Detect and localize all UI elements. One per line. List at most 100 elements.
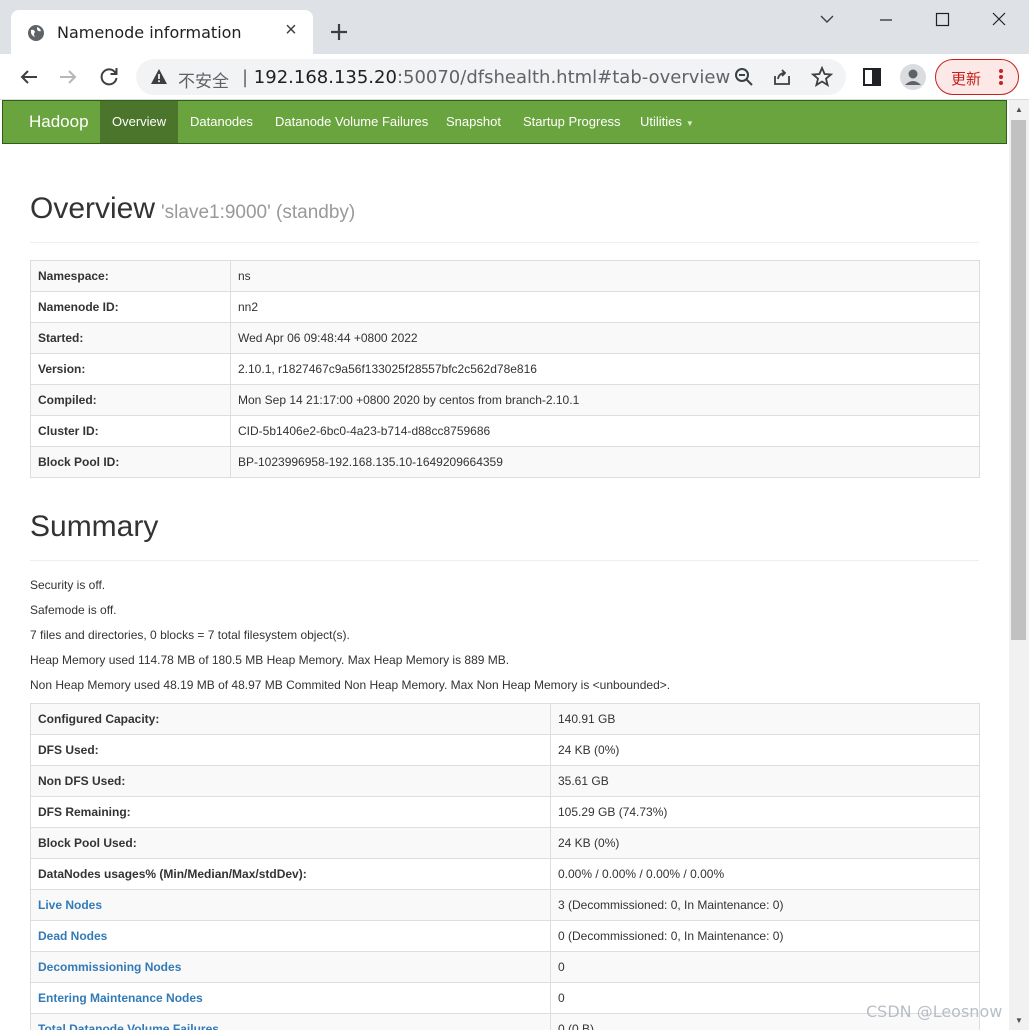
row-key: Dead Nodes	[30, 920, 551, 952]
row-value: Wed Apr 06 09:48:44 +0800 2022	[230, 322, 980, 354]
row-key: DFS Used:	[30, 734, 551, 766]
table-row: Block Pool ID: BP-1023996958-192.168.135.…	[30, 446, 980, 478]
row-value: 2.10.1, r1827467c9a56f133025f28557bfc2c5…	[230, 353, 980, 385]
share-icon[interactable]	[770, 65, 794, 89]
zoom-icon[interactable]	[732, 65, 756, 89]
table-row: Decommissioning Nodes 0	[30, 951, 980, 983]
insecure-label[interactable]: 不安全	[178, 67, 229, 92]
row-key-link[interactable]: Entering Maintenance Nodes	[38, 991, 203, 1005]
row-key: Namenode ID:	[30, 291, 231, 323]
tab-close-button[interactable]: ×	[281, 20, 301, 40]
page-scrollbar[interactable]: ▲ ▼	[1009, 100, 1029, 1030]
side-panel-icon[interactable]	[860, 65, 884, 89]
watermark: CSDN @Leosnow	[866, 1002, 1003, 1021]
nav-utilities-label: Utilities	[640, 114, 682, 129]
table-row: DFS Remaining: 105.29 GB (74.73%)	[30, 796, 980, 828]
close-window-button[interactable]	[984, 10, 1014, 30]
row-key-label: DataNodes usages% (Min/Median/Max/stdDev…	[38, 867, 307, 881]
profile-avatar[interactable]	[899, 63, 927, 91]
summary-divider	[30, 560, 979, 561]
row-key-label: DFS Used:	[38, 743, 99, 757]
table-row: Entering Maintenance Nodes 0	[30, 982, 980, 1014]
row-value: 140.91 GB	[550, 703, 980, 735]
row-value: BP-1023996958-192.168.135.10-16492096643…	[230, 446, 980, 478]
overview-title: Overview	[30, 192, 156, 225]
nav-datanodes[interactable]: Datanodes	[178, 101, 265, 143]
hadoop-navbar: Hadoop Overview Datanodes Datanode Volum…	[2, 100, 1007, 144]
row-key-link[interactable]: Live Nodes	[38, 898, 102, 912]
table-row: Configured Capacity: 140.91 GB	[30, 703, 980, 735]
row-key: DFS Remaining:	[30, 796, 551, 828]
tab-title: Namenode information	[57, 23, 242, 42]
maximize-button[interactable]	[927, 10, 957, 30]
row-key-link[interactable]: Dead Nodes	[38, 929, 107, 943]
table-row: Dead Nodes 0 (Decommissioned: 0, In Maint…	[30, 920, 980, 952]
warning-icon[interactable]	[150, 68, 168, 86]
row-value: nn2	[230, 291, 980, 323]
row-key: Version:	[30, 353, 231, 385]
row-key: Compiled:	[30, 384, 231, 416]
scroll-down-arrow-icon[interactable]: ▼	[1014, 1016, 1024, 1026]
row-key: Live Nodes	[30, 889, 551, 921]
table-row: Cluster ID: CID-5b1406e2-6bc0-4a23-b714-d…	[30, 415, 980, 447]
row-key-link[interactable]: Total Datanode Volume Failures	[38, 1022, 219, 1030]
table-row: Namespace: ns	[30, 260, 980, 292]
url-text[interactable]: | 192.168.135.20:50070/dfshealth.html#ta…	[242, 67, 730, 88]
nav-utilities[interactable]: Utilities ▼	[628, 101, 706, 143]
nav-startup-progress[interactable]: Startup Progress	[511, 101, 633, 143]
bookmark-star-icon[interactable]	[810, 65, 834, 89]
table-row: Block Pool Used: 24 KB (0%)	[30, 827, 980, 859]
overview-table: Namespace: ns Namenode ID: nn2 Started: Wed A…	[30, 260, 980, 478]
row-key-link[interactable]: Decommissioning Nodes	[38, 960, 181, 974]
navbar-brand[interactable]: Hadoop	[3, 101, 100, 143]
scroll-up-arrow-icon[interactable]: ▲	[1014, 105, 1024, 115]
row-value: 24 KB (0%)	[550, 827, 980, 859]
table-row: DFS Used: 24 KB (0%)	[30, 734, 980, 766]
nav-snapshot[interactable]: Snapshot	[434, 101, 513, 143]
row-value: 0.00% / 0.00% / 0.00% / 0.00%	[550, 858, 980, 890]
more-menu-icon[interactable]	[994, 67, 1008, 87]
nav-datanode-volume-failures[interactable]: Datanode Volume Failures	[263, 101, 440, 143]
table-row: Live Nodes 3 (Decommissioned: 0, In Maint…	[30, 889, 980, 921]
row-value: CID-5b1406e2-6bc0-4a23-b714-d88cc8759686	[230, 415, 980, 447]
row-value: ns	[230, 260, 980, 292]
caret-down-icon: ▼	[685, 119, 694, 128]
back-arrow-icon[interactable]	[17, 65, 41, 89]
row-key-label: Configured Capacity:	[38, 712, 160, 726]
scrollbar-thumb[interactable]	[1011, 120, 1026, 640]
update-button[interactable]: 更新	[935, 59, 1019, 95]
nav-overview[interactable]: Overview	[100, 101, 179, 143]
globe-icon	[28, 25, 44, 41]
row-key: Block Pool ID:	[30, 446, 231, 478]
new-tab-button[interactable]	[327, 20, 351, 44]
row-key-label: Cluster ID:	[38, 424, 99, 438]
minimize-button[interactable]	[871, 10, 901, 30]
summary-safemode: Safemode is off.	[30, 603, 117, 617]
row-key: Configured Capacity:	[30, 703, 551, 735]
reload-icon[interactable]	[97, 65, 121, 89]
row-key-label: Version:	[38, 362, 86, 376]
summary-files: 7 files and directories, 0 blocks = 7 to…	[30, 628, 350, 642]
browser-titlebar: Namenode information ×	[0, 0, 1029, 54]
row-value: 24 KB (0%)	[550, 734, 980, 766]
update-label: 更新	[951, 71, 982, 88]
row-key: Namespace:	[30, 260, 231, 292]
row-key: Started:	[30, 322, 231, 354]
table-row: Namenode ID: nn2	[30, 291, 980, 323]
table-row: Version: 2.10.1, r1827467c9a56f133025f285…	[30, 353, 980, 385]
summary-nonheap-memory: Non Heap Memory used 48.19 MB of 48.97 M…	[30, 678, 671, 692]
row-key-label: Block Pool Used:	[38, 836, 137, 850]
browser-tab[interactable]: Namenode information ×	[11, 10, 313, 54]
url-host: 192.168.135.20	[253, 67, 397, 88]
row-key: Block Pool Used:	[30, 827, 551, 859]
address-bar[interactable]: 不安全 | 192.168.135.20:50070/dfshealth.htm…	[136, 59, 846, 95]
row-key-label: Non DFS Used:	[38, 774, 126, 788]
tab-search-chevron-icon[interactable]	[812, 10, 842, 30]
forward-arrow-icon[interactable]	[56, 65, 80, 89]
row-key-label: DFS Remaining:	[38, 805, 131, 819]
summary-title: Summary	[30, 510, 159, 543]
row-key: DataNodes usages% (Min/Median/Max/stdDev…	[30, 858, 551, 890]
row-value: 35.61 GB	[550, 765, 980, 797]
overview-divider	[30, 242, 979, 243]
row-key: Cluster ID:	[30, 415, 231, 447]
